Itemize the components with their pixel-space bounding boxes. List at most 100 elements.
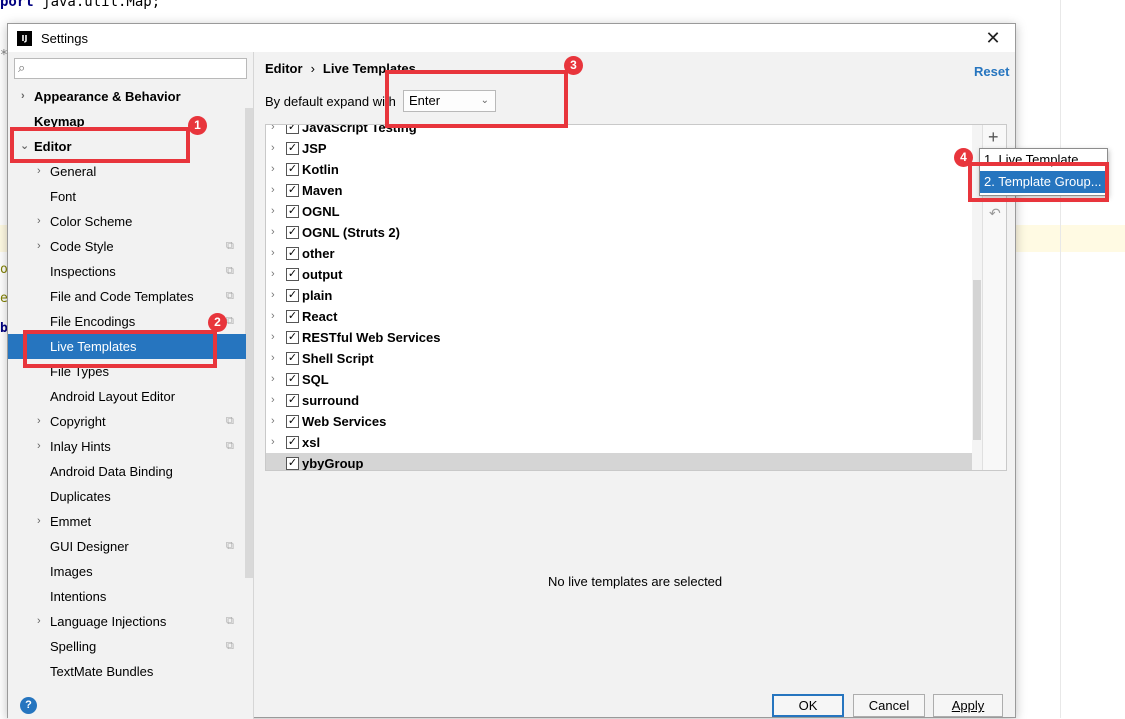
code-line: port java.util.Map; xyxy=(0,0,161,10)
chevron-right-icon[interactable]: › xyxy=(271,306,275,327)
sidebar-item-images[interactable]: Images xyxy=(8,559,246,584)
annotation-badge: 4 xyxy=(954,148,973,167)
chevron-right-icon[interactable]: › xyxy=(271,138,275,159)
tree-row[interactable]: › ✓ xsl xyxy=(266,432,982,453)
sidebar-item-textmate-bundles[interactable]: TextMate Bundles xyxy=(8,659,246,684)
tree-row[interactable]: › ✓ output xyxy=(266,264,982,285)
close-icon[interactable]: ✕ xyxy=(981,26,1005,50)
group-checkbox[interactable]: ✓ xyxy=(286,125,299,134)
sidebar-item-spelling[interactable]: Spelling ⧉ xyxy=(8,634,246,659)
tree-row[interactable]: › ✓ SQL xyxy=(266,369,982,390)
group-checkbox[interactable]: ✓ xyxy=(286,415,299,428)
cancel-button[interactable]: Cancel xyxy=(853,694,925,717)
chevron-right-icon[interactable]: › xyxy=(271,125,275,138)
breadcrumb-separator: › xyxy=(310,61,315,76)
tree-row[interactable]: › ✓ OGNL (Struts 2) xyxy=(266,222,982,243)
tree-row[interactable]: › ✓ RESTful Web Services xyxy=(266,327,982,348)
chevron-right-icon[interactable]: › xyxy=(271,390,275,411)
restore-icon[interactable]: ↶ xyxy=(989,205,1001,222)
sidebar-item-android-data-binding[interactable]: Android Data Binding xyxy=(8,459,246,484)
group-checkbox[interactable]: ✓ xyxy=(286,247,299,260)
tree-row[interactable]: › ✓ OGNL xyxy=(266,201,982,222)
help-icon[interactable]: ? xyxy=(20,697,37,714)
add-icon[interactable]: + xyxy=(988,127,999,148)
tree-row[interactable]: › ✓ JavaScript Testing xyxy=(266,125,982,138)
sidebar-scrollbar[interactable] xyxy=(245,108,253,578)
project-scope-icon: ⧉ xyxy=(226,640,234,652)
empty-selection-message: No live templates are selected xyxy=(548,574,723,589)
breadcrumb-parent[interactable]: Editor xyxy=(265,61,303,76)
chevron-right-icon: › xyxy=(21,90,25,102)
annotation-box-editor xyxy=(10,127,190,163)
group-checkbox[interactable]: ✓ xyxy=(286,205,299,218)
project-scope-icon: ⧉ xyxy=(226,265,234,277)
search-input[interactable] xyxy=(37,60,242,77)
sidebar-item-copyright[interactable]: › Copyright ⧉ xyxy=(8,409,246,434)
chevron-right-icon[interactable]: › xyxy=(271,180,275,201)
sidebar-item-appearance-behavior[interactable]: › Appearance & Behavior xyxy=(8,84,246,109)
chevron-right-icon[interactable]: › xyxy=(271,159,275,180)
dialog-title: Settings xyxy=(41,31,88,46)
tree-row-selected[interactable]: ✓ ybyGroup xyxy=(266,453,982,470)
tree-row[interactable]: › ✓ Kotlin xyxy=(266,159,982,180)
sidebar-item-emmet[interactable]: › Emmet xyxy=(8,509,246,534)
sidebar-item-gui-designer[interactable]: GUI Designer ⧉ xyxy=(8,534,246,559)
tree-row[interactable]: › ✓ surround xyxy=(266,390,982,411)
chevron-right-icon[interactable]: › xyxy=(271,327,275,348)
group-checkbox[interactable]: ✓ xyxy=(286,142,299,155)
chevron-right-icon[interactable]: › xyxy=(271,285,275,306)
group-checkbox[interactable]: ✓ xyxy=(286,184,299,197)
sidebar-item-file-code-templates[interactable]: File and Code Templates ⧉ xyxy=(8,284,246,309)
settings-search[interactable]: ⌕ xyxy=(14,58,247,79)
sidebar-item-color-scheme[interactable]: › Color Scheme xyxy=(8,209,246,234)
group-checkbox[interactable]: ✓ xyxy=(286,352,299,365)
chevron-right-icon[interactable]: › xyxy=(271,432,275,453)
chevron-right-icon[interactable]: › xyxy=(271,369,275,390)
group-checkbox[interactable]: ✓ xyxy=(286,457,299,470)
project-scope-icon: ⧉ xyxy=(226,315,234,327)
group-checkbox[interactable]: ✓ xyxy=(286,268,299,281)
sidebar-item-duplicates[interactable]: Duplicates xyxy=(8,484,246,509)
tree-row[interactable]: › ✓ Web Services xyxy=(266,411,982,432)
tree-row[interactable]: › ✓ JSP xyxy=(266,138,982,159)
chevron-right-icon: › xyxy=(37,415,41,427)
chevron-right-icon: › xyxy=(37,240,41,252)
sidebar-item-intentions[interactable]: Intentions xyxy=(8,584,246,609)
sidebar-item-code-style[interactable]: › Code Style ⧉ xyxy=(8,234,246,259)
sidebar-item-inspections[interactable]: Inspections ⧉ xyxy=(8,259,246,284)
group-checkbox[interactable]: ✓ xyxy=(286,331,299,344)
tree-row[interactable]: › ✓ other xyxy=(266,243,982,264)
current-line-highlight xyxy=(1015,225,1125,252)
chevron-right-icon: › xyxy=(37,615,41,627)
sidebar-item-android-layout-editor[interactable]: Android Layout Editor xyxy=(8,384,246,409)
chevron-right-icon[interactable]: › xyxy=(271,222,275,243)
group-checkbox[interactable]: ✓ xyxy=(286,163,299,176)
annotation-box-expand-with xyxy=(385,70,568,128)
tree-row[interactable]: › ✓ Shell Script xyxy=(266,348,982,369)
chevron-right-icon[interactable]: › xyxy=(271,243,275,264)
project-scope-icon: ⧉ xyxy=(226,240,234,252)
sidebar-item-language-injections[interactable]: › Language Injections ⧉ xyxy=(8,609,246,634)
chevron-right-icon[interactable]: › xyxy=(271,264,275,285)
group-checkbox[interactable]: ✓ xyxy=(286,310,299,323)
chevron-right-icon[interactable]: › xyxy=(271,411,275,432)
tree-row[interactable]: › ✓ Maven xyxy=(266,180,982,201)
group-checkbox[interactable]: ✓ xyxy=(286,226,299,239)
tree-row[interactable]: › ✓ React xyxy=(266,306,982,327)
group-checkbox[interactable]: ✓ xyxy=(286,373,299,386)
chevron-right-icon[interactable]: › xyxy=(271,348,275,369)
group-checkbox[interactable]: ✓ xyxy=(286,394,299,407)
group-checkbox[interactable]: ✓ xyxy=(286,436,299,449)
template-groups-tree: › ✓ JavaScript Testing › ✓ JSP › ✓ Kotlin › ✓ Ma… xyxy=(265,124,1007,471)
chevron-right-icon[interactable]: › xyxy=(271,201,275,222)
group-checkbox[interactable]: ✓ xyxy=(286,289,299,302)
sidebar-item-font[interactable]: Font xyxy=(8,184,246,209)
ok-button[interactable]: OK xyxy=(772,694,844,717)
tree-scrollbar-thumb[interactable] xyxy=(973,280,981,440)
reset-link[interactable]: Reset xyxy=(974,64,1009,79)
tree-row[interactable]: › ✓ plain xyxy=(266,285,982,306)
annotation-badge: 3 xyxy=(564,56,583,75)
project-scope-icon: ⧉ xyxy=(226,290,234,302)
apply-button[interactable]: Apply xyxy=(933,694,1003,717)
sidebar-item-inlay-hints[interactable]: › Inlay Hints ⧉ xyxy=(8,434,246,459)
